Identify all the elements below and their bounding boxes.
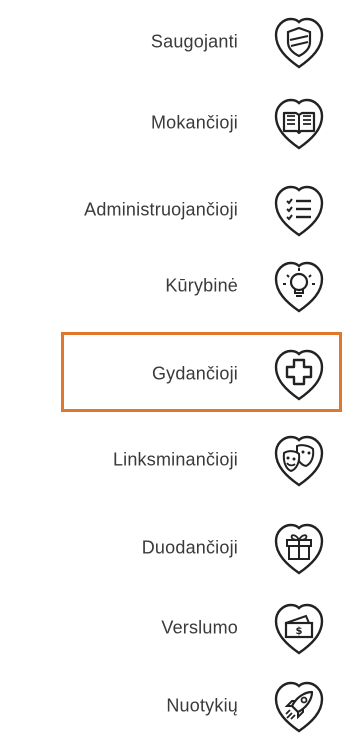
- menu-item-label: Linksminančioji: [112, 449, 238, 470]
- menu-item-kurybine[interactable]: Kūrybinė: [0, 255, 358, 317]
- menu-item-label: Kūrybinė: [165, 275, 238, 296]
- menu-item-administruojancioji[interactable]: Administruojančioji: [0, 179, 358, 241]
- menu-item-label: Verslumo: [161, 617, 238, 638]
- gift-icon: [268, 517, 330, 579]
- menu-item-verslumo[interactable]: Verslumo $: [0, 597, 358, 659]
- medical-cross-icon: [268, 343, 330, 405]
- menu-item-duodancioji[interactable]: Duodančioji: [0, 517, 358, 579]
- book-icon: [268, 92, 330, 154]
- menu-item-label: Mokančioji: [150, 112, 238, 133]
- menu-item-label: Nuotykių: [166, 695, 238, 716]
- menu-item-gydancioji[interactable]: Gydančioji: [0, 332, 358, 412]
- role-menu: Saugojanti Mokančioji Administruojančioj…: [0, 0, 358, 744]
- menu-item-nuotykiu[interactable]: Nuotykių: [0, 675, 358, 737]
- menu-item-linksminancioji[interactable]: Linksminančioji: [0, 429, 358, 491]
- rocket-icon: [268, 675, 330, 737]
- menu-item-label: Gydančioji: [151, 363, 238, 384]
- menu-item-saugojanti[interactable]: Saugojanti: [0, 11, 358, 73]
- theater-masks-icon: [268, 429, 330, 491]
- menu-item-mokancioji[interactable]: Mokančioji: [0, 92, 358, 154]
- shield-icon: [268, 11, 330, 73]
- menu-item-label: Duodančioji: [141, 537, 238, 558]
- svg-text:$: $: [296, 626, 303, 637]
- money-icon: $: [268, 597, 330, 659]
- menu-item-label: Saugojanti: [150, 31, 238, 52]
- lightbulb-icon: [268, 255, 330, 317]
- menu-item-label: Administruojančioji: [84, 199, 238, 220]
- list-icon: [268, 179, 330, 241]
